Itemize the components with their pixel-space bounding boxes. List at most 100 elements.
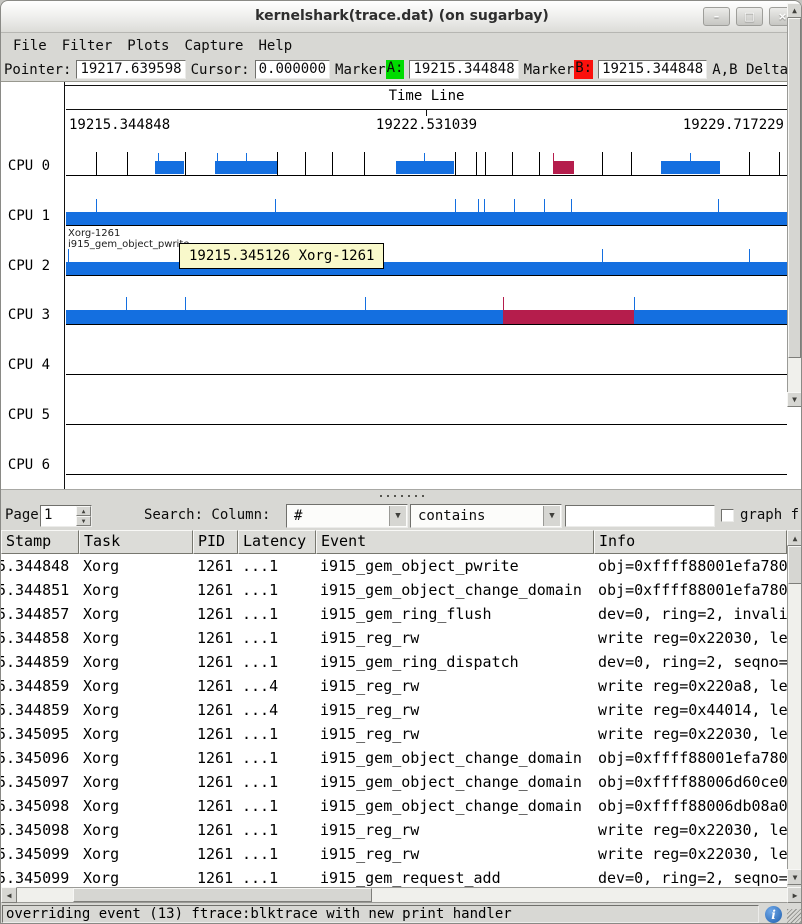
event-bar[interactable] xyxy=(155,161,184,174)
event-tick[interactable] xyxy=(246,153,247,162)
spin-down-icon[interactable]: ▼ xyxy=(76,516,91,526)
cpu-task-bar[interactable] xyxy=(66,212,787,225)
event-tick[interactable] xyxy=(690,153,691,162)
event-tick[interactable] xyxy=(127,152,128,175)
title-bar[interactable]: kernelshark(trace.dat) (on sugarbay) – □… xyxy=(1,1,802,33)
column-header-pid[interactable]: PID xyxy=(193,530,238,554)
event-bar[interactable] xyxy=(396,161,454,174)
event-tick[interactable] xyxy=(217,153,218,162)
spin-up-icon[interactable]: ▲ xyxy=(76,506,91,516)
event-tick[interactable] xyxy=(305,152,306,175)
info-icon[interactable]: i xyxy=(765,906,782,923)
scroll-down-icon[interactable]: ▼ xyxy=(787,392,802,407)
event-tick[interactable] xyxy=(503,297,504,310)
graph-follows-checkbox[interactable] xyxy=(721,509,734,522)
event-bar[interactable] xyxy=(661,161,720,174)
table-row[interactable]: 5.345098Xorg1261...1i915_reg_rwwrite reg… xyxy=(1,818,787,842)
event-tick[interactable] xyxy=(571,199,572,212)
event-tick[interactable] xyxy=(779,152,780,175)
cpu-task-bar-red[interactable] xyxy=(503,310,634,324)
scroll-down-icon[interactable]: ▼ xyxy=(787,869,802,885)
event-bar-red[interactable] xyxy=(553,161,574,174)
menu-item-filter[interactable]: Filter xyxy=(62,38,113,54)
menu-item-help[interactable]: Help xyxy=(258,38,292,54)
event-tick[interactable] xyxy=(332,152,333,175)
event-tick[interactable] xyxy=(553,153,554,162)
scroll-left-icon[interactable]: ◀ xyxy=(1,887,17,903)
table-row[interactable]: 5.344857Xorg1261...1i915_gem_ring_flushd… xyxy=(1,602,787,626)
event-tick[interactable] xyxy=(718,199,719,212)
graph-scrollbar-thumb[interactable] xyxy=(788,18,801,358)
event-bar[interactable] xyxy=(215,161,277,174)
menu-item-plots[interactable]: Plots xyxy=(127,38,169,54)
table-row[interactable]: 5.345096Xorg1261...1i915_gem_object_chan… xyxy=(1,746,787,770)
event-tick[interactable] xyxy=(631,152,632,175)
event-tick[interactable] xyxy=(455,199,456,212)
event-tick[interactable] xyxy=(485,152,486,175)
event-tick[interactable] xyxy=(96,152,97,175)
menu-item-file[interactable]: File xyxy=(13,38,47,54)
table-row[interactable]: 5.344859Xorg1261...4i915_reg_rwwrite reg… xyxy=(1,698,787,722)
table-row[interactable]: 5.344859Xorg1261...1i915_gem_ring_dispat… xyxy=(1,650,787,674)
scroll-up-icon[interactable]: ▲ xyxy=(787,3,802,18)
resize-grip-icon[interactable] xyxy=(787,909,802,924)
event-table[interactable]: 5.344848Xorg1261...1i915_gem_object_pwri… xyxy=(1,554,787,887)
table-row[interactable]: 5.345099Xorg1261...1i915_gem_request_add… xyxy=(1,866,787,887)
column-select[interactable]: # ▼ xyxy=(286,504,408,528)
scroll-right-icon[interactable]: ▶ xyxy=(787,887,802,903)
event-tick[interactable] xyxy=(277,152,278,175)
event-tick[interactable] xyxy=(96,199,97,212)
table-row[interactable]: 5.344851Xorg1261...1i915_gem_object_chan… xyxy=(1,578,787,602)
table-row[interactable]: 5.345099Xorg1261...1i915_reg_rwwrite reg… xyxy=(1,842,787,866)
table-scrollbar-thumb[interactable] xyxy=(788,546,802,584)
scroll-up-icon[interactable]: ▲ xyxy=(787,530,802,546)
cpu-task-bar[interactable] xyxy=(66,310,787,324)
column-header-latency[interactable]: Latency xyxy=(238,530,316,554)
cpu-task-bar[interactable] xyxy=(66,262,787,275)
search-input[interactable] xyxy=(565,505,715,527)
horizontal-scrollbar-thumb[interactable] xyxy=(73,888,372,902)
event-tick[interactable] xyxy=(364,152,365,175)
table-row[interactable]: 5.345097Xorg1261...1i915_gem_object_chan… xyxy=(1,770,787,794)
cell-task: Xorg xyxy=(79,650,193,674)
pane-splitter[interactable] xyxy=(1,489,802,501)
event-tick[interactable] xyxy=(749,152,750,175)
event-tick[interactable] xyxy=(126,297,127,310)
event-tick[interactable] xyxy=(514,199,515,212)
event-tick[interactable] xyxy=(365,297,366,310)
event-tick[interactable] xyxy=(185,297,186,310)
table-row[interactable]: 5.344848Xorg1261...1i915_gem_object_pwri… xyxy=(1,554,787,578)
table-row[interactable]: 5.345095Xorg1261...1i915_reg_rwwrite reg… xyxy=(1,722,787,746)
event-tick[interactable] xyxy=(749,249,750,262)
table-row[interactable]: 5.344858Xorg1261...1i915_reg_rwwrite reg… xyxy=(1,626,787,650)
timeline-graph[interactable]: Time Line 19215.344848 19222.531039 1922… xyxy=(1,81,802,489)
event-tick[interactable] xyxy=(634,297,635,310)
table-row[interactable]: 5.345098Xorg1261...1i915_gem_object_chan… xyxy=(1,794,787,818)
event-tick[interactable] xyxy=(602,152,603,175)
event-tick[interactable] xyxy=(512,152,513,175)
column-header-info[interactable]: Info xyxy=(594,530,787,554)
column-header-task[interactable]: Task xyxy=(79,530,193,554)
event-tick[interactable] xyxy=(158,153,159,162)
minimize-button[interactable]: – xyxy=(703,7,730,26)
match-select[interactable]: contains ▼ xyxy=(410,504,562,528)
table-row[interactable]: 5.344859Xorg1261...4i915_reg_rwwrite reg… xyxy=(1,674,787,698)
event-tick[interactable] xyxy=(68,249,69,262)
menu-item-capture[interactable]: Capture xyxy=(184,38,243,54)
chevron-down-icon[interactable]: ▼ xyxy=(389,506,406,526)
event-tick[interactable] xyxy=(478,199,479,212)
chevron-down-icon[interactable]: ▼ xyxy=(543,506,560,526)
event-tick[interactable] xyxy=(185,152,186,175)
event-tick[interactable] xyxy=(602,249,603,262)
column-header-stamp[interactable]: Stamp xyxy=(1,530,79,554)
event-tick[interactable] xyxy=(544,199,545,212)
page-spinner[interactable]: 1 ▲ ▼ xyxy=(40,505,92,527)
column-header-event[interactable]: Event xyxy=(316,530,594,554)
maximize-button[interactable]: □ xyxy=(736,7,763,26)
event-tick[interactable] xyxy=(484,199,485,212)
event-tick[interactable] xyxy=(275,199,276,212)
event-tick[interactable] xyxy=(424,153,425,162)
event-tick[interactable] xyxy=(539,152,540,175)
event-tick[interactable] xyxy=(476,152,477,175)
event-tick[interactable] xyxy=(455,152,456,175)
